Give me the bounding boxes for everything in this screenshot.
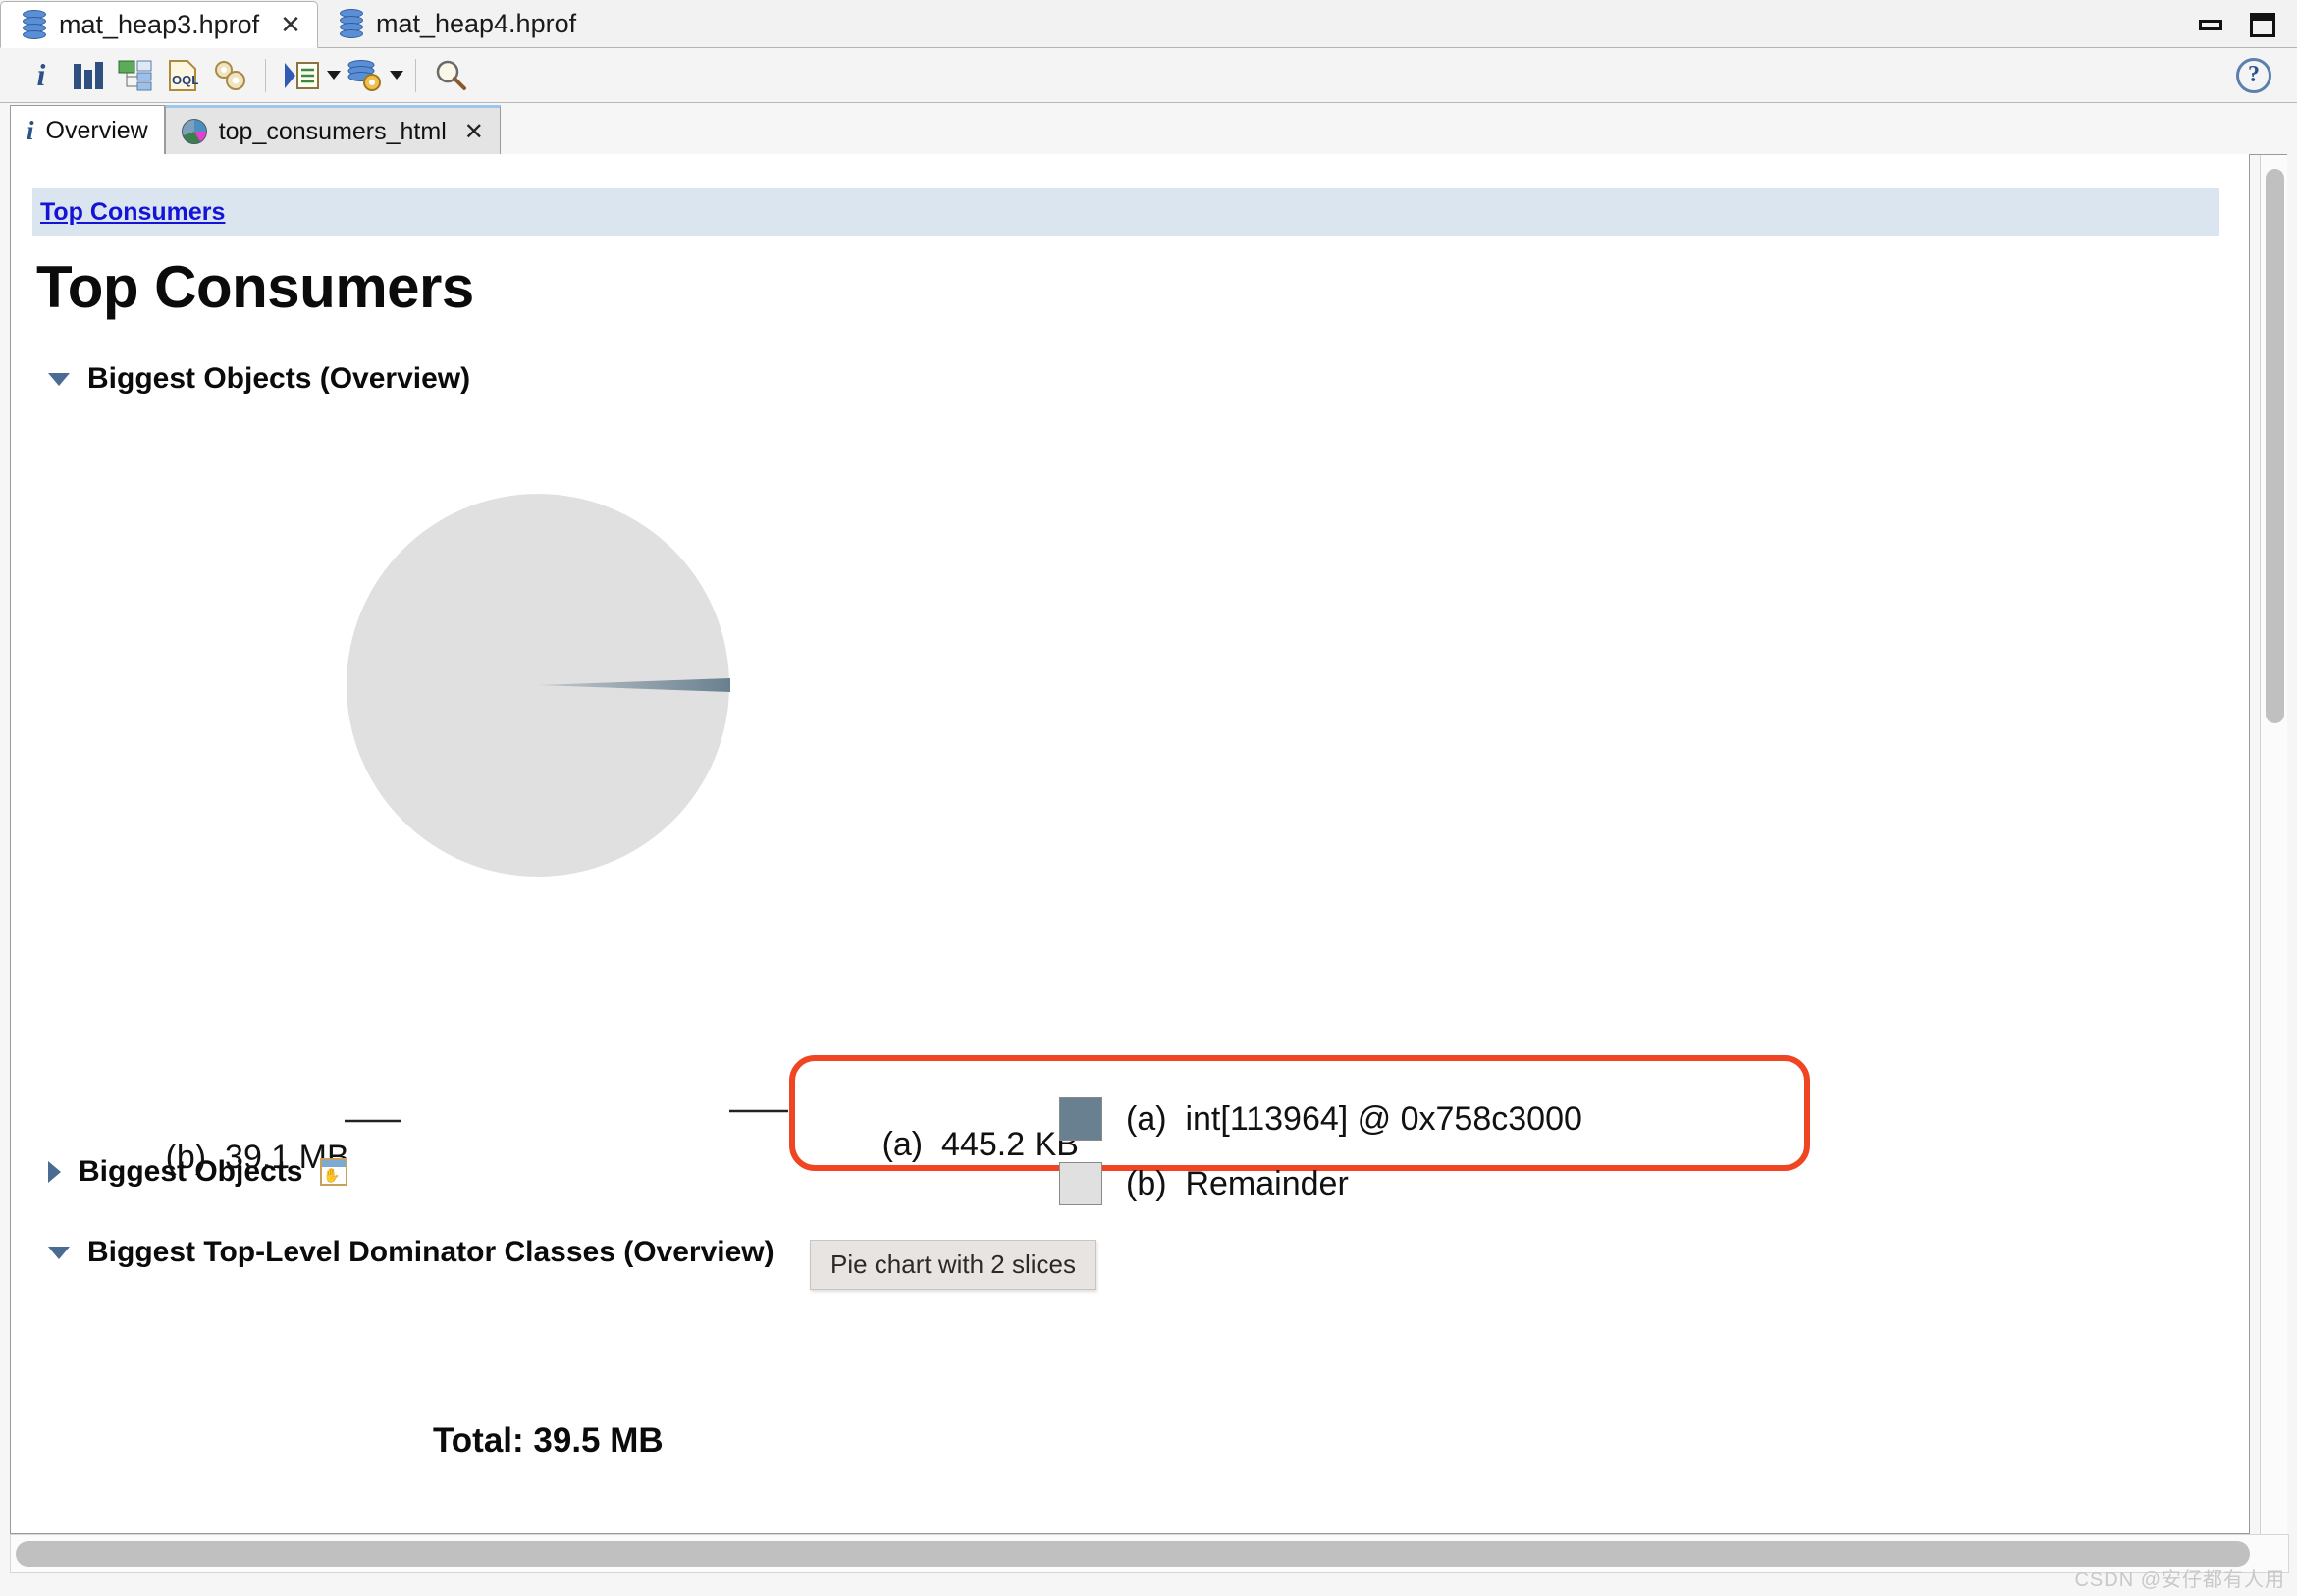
main-toolbar: i OQL ?: [0, 48, 2297, 103]
view-tab-strip: i Overview top_consumers_html ✕: [10, 104, 2287, 155]
pie-legend: (a) int[113964] @ 0x758c3000 (b) Remaind…: [1059, 1097, 1582, 1227]
breadcrumb-link-top-consumers[interactable]: Top Consumers: [40, 198, 225, 227]
section-header-biggest-dominator-classes[interactable]: Biggest Top-Level Dominator Classes (Ove…: [48, 1236, 2249, 1269]
legend-swatch-a: [1059, 1097, 1102, 1141]
window-controls: [2199, 13, 2297, 47]
section-title: Biggest Objects (Overview): [87, 362, 471, 395]
file-tab-label: mat_heap3.hprof: [59, 9, 260, 39]
page-title: Top Consumers: [36, 254, 474, 320]
dominator-tree-icon[interactable]: [112, 53, 159, 98]
breadcrumb: Top Consumers: [32, 188, 2219, 236]
report-document: Top Consumers Top Consumers Biggest Obje…: [10, 154, 2250, 1534]
vertical-scrollbar[interactable]: [2260, 155, 2287, 1534]
section-header-biggest-objects-overview[interactable]: Biggest Objects (Overview): [48, 362, 2249, 396]
tab-overview[interactable]: i Overview: [10, 105, 165, 155]
svg-text:OQL: OQL: [172, 73, 198, 87]
leader-line-b: [345, 1119, 401, 1123]
chevron-right-icon[interactable]: [48, 1161, 61, 1183]
chevron-down-icon[interactable]: [390, 71, 403, 80]
heap-dump-icon: [23, 10, 46, 39]
pie-chart-biggest-objects: (b) 39.1 MB (a) 445.2 KB (a) int[113964]…: [11, 396, 2249, 1460]
mat-application-window: mat_heap3.hprof ✕ mat_heap4.hprof i OQL …: [0, 0, 2297, 1596]
tab-label: top_consumers_html: [218, 117, 447, 145]
watermark: CSDN @安仔都有人用: [2074, 1569, 2285, 1591]
help-icon[interactable]: ?: [2236, 57, 2271, 93]
query-browser-icon[interactable]: [206, 53, 253, 98]
info-icon: i: [27, 115, 34, 145]
legend-label-b: (b) Remainder: [1126, 1164, 1349, 1202]
open-view-icon[interactable]: [320, 1158, 348, 1186]
close-icon[interactable]: ✕: [280, 12, 301, 37]
chevron-down-icon[interactable]: [327, 71, 341, 80]
leader-line-a: [729, 1109, 788, 1113]
chevron-down-icon[interactable]: [48, 1246, 70, 1259]
file-tab-label: mat_heap4.hprof: [375, 8, 577, 38]
toolbar-separator: [415, 58, 416, 92]
chevron-down-icon[interactable]: [48, 372, 70, 386]
pie-chart-icon: [181, 119, 207, 144]
run-expert-system-icon[interactable]: [278, 53, 325, 98]
maximize-icon[interactable]: [2250, 13, 2275, 37]
heap-settings-icon[interactable]: [341, 53, 388, 98]
minimize-icon[interactable]: [2199, 20, 2222, 30]
legend-item[interactable]: (a) int[113964] @ 0x758c3000: [1059, 1097, 1582, 1141]
legend-swatch-b: [1059, 1162, 1102, 1205]
file-tab-mat-heap4[interactable]: mat_heap4.hprof: [317, 0, 593, 47]
file-tab-mat-heap3[interactable]: mat_heap3.hprof ✕: [0, 1, 318, 48]
pie-label-a: (a) 445.2 KB: [881, 1126, 1079, 1163]
heap-dump-icon: [339, 9, 363, 38]
window-titlebar: mat_heap3.hprof ✕ mat_heap4.hprof: [0, 0, 2297, 48]
horizontal-scrollbar[interactable]: [10, 1534, 2289, 1573]
tab-top-consumers-html[interactable]: top_consumers_html ✕: [164, 105, 501, 155]
tab-label: Overview: [45, 116, 148, 144]
horizontal-scrollbar-thumb[interactable]: [16, 1541, 2250, 1567]
section-title: Biggest Top-Level Dominator Classes (Ove…: [87, 1236, 775, 1268]
pie-chart-dominator-classes: (a) 19.5 MB (a) com.example.test_malloc.…: [11, 1269, 2249, 1533]
histogram-icon[interactable]: [65, 53, 112, 98]
vertical-scrollbar-thumb[interactable]: [2266, 169, 2284, 723]
legend-label-a: (a) int[113964] @ 0x758c3000: [1126, 1099, 1582, 1138]
pie-label-b: (b) 39.1 MB: [165, 1139, 349, 1176]
heap-dump-overview-icon[interactable]: i: [18, 53, 65, 98]
toolbar-separator: [265, 58, 266, 92]
close-icon[interactable]: ✕: [464, 118, 484, 146]
search-icon[interactable]: [428, 53, 475, 98]
oql-icon[interactable]: OQL: [159, 53, 206, 98]
legend-item[interactable]: (b) Remainder: [1059, 1162, 1582, 1205]
